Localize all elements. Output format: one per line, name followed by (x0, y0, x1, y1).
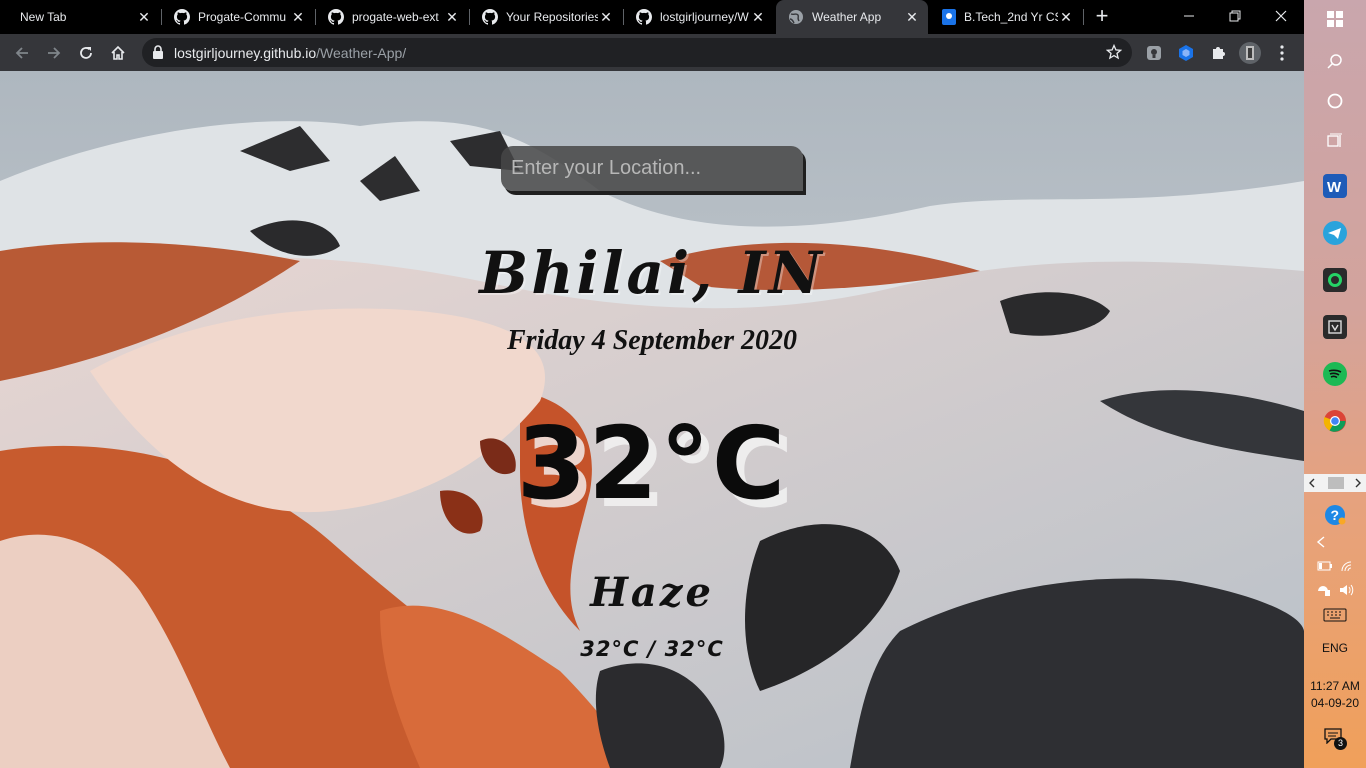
reload-icon[interactable] (72, 39, 100, 67)
search-icon[interactable] (1304, 50, 1366, 72)
task-view-icon[interactable] (1304, 130, 1366, 152)
minimize-icon[interactable] (1166, 0, 1212, 32)
tab-strip: New Tab ✕ Progate-Commu ✕ progate-web-ex… (0, 0, 1304, 34)
github-icon (482, 9, 498, 25)
help-question-icon[interactable]: ? (1304, 502, 1366, 528)
github-icon (328, 9, 344, 25)
current-date: Friday 4 September 2020 (506, 325, 798, 356)
tab-btech-docs[interactable]: B.Tech_2nd Yr CS ✕ (930, 0, 1082, 34)
profile-avatar[interactable] (1236, 39, 1264, 67)
language-text: ENG (1321, 641, 1348, 655)
new-tab-plus-icon[interactable]: + (1090, 5, 1114, 29)
close-tab-icon[interactable]: ✕ (598, 9, 614, 25)
telegram-icon[interactable] (1323, 221, 1347, 245)
current-temperature: 32°C (516, 405, 788, 522)
language-indicator[interactable]: ENG (1304, 638, 1366, 658)
tab-title: New Tab (20, 10, 67, 24)
tab-progate-commu[interactable]: Progate-Commu ✕ (162, 0, 314, 34)
notification-count-badge: 3 (1334, 737, 1347, 750)
tab-progate-web-ext[interactable]: progate-web-ext ✕ (316, 0, 468, 34)
windows-taskbar: W ? ENG 11:27 AM 04-09-20 3 (1304, 0, 1366, 768)
cortana-icon[interactable] (1304, 90, 1366, 112)
github-icon (636, 9, 652, 25)
tab-title: Your Repositories (506, 10, 598, 24)
tab-title: Weather App (812, 10, 882, 24)
location-search-input[interactable] (501, 146, 803, 191)
browser-window: New Tab ✕ Progate-Commu ✕ progate-web-ex… (0, 0, 1304, 768)
windows-start-icon[interactable] (1304, 8, 1366, 30)
close-tab-icon[interactable]: ✕ (750, 9, 766, 25)
home-icon[interactable] (104, 39, 132, 67)
restore-icon[interactable] (1212, 0, 1258, 32)
chrome-icon[interactable] (1323, 409, 1347, 433)
github-icon (174, 9, 190, 25)
svg-text:W: W (1327, 179, 1342, 196)
close-tab-icon[interactable]: ✕ (904, 9, 920, 25)
menu-dots-icon[interactable] (1268, 39, 1296, 67)
time-text: 11:27 AM (1310, 679, 1360, 693)
show-hidden-icons-chevron-icon[interactable] (1304, 534, 1366, 550)
close-tab-icon[interactable]: ✕ (290, 9, 306, 25)
weather-condition: Haze (590, 569, 714, 616)
lock-icon[interactable] (152, 45, 164, 59)
globe-icon (789, 10, 803, 24)
high-low-temperature: 32°C / 32°C (580, 637, 724, 661)
tab-title: lostgirljourney/W (660, 10, 749, 24)
battery-wifi-icons[interactable] (1304, 558, 1366, 574)
tab-your-repositories[interactable]: Your Repositories ✕ (470, 0, 622, 34)
tab-weather-app[interactable]: Weather App ✕ (776, 0, 928, 34)
word-icon[interactable]: W (1323, 174, 1347, 198)
tab-title: progate-web-ext (352, 10, 439, 24)
close-window-icon[interactable] (1258, 0, 1304, 32)
url-text: lostgirljourney.github.io/Weather-App/ (174, 45, 406, 61)
extensions-puzzle-icon[interactable] (1204, 39, 1232, 67)
whatsapp-icon[interactable] (1323, 268, 1347, 292)
forward-arrow-icon[interactable] (40, 39, 68, 67)
svg-text:?: ? (1331, 507, 1340, 523)
google-classroom-icon (942, 9, 956, 25)
back-arrow-icon[interactable] (8, 39, 36, 67)
action-center-icon[interactable]: 3 (1304, 726, 1366, 752)
bookmark-star-icon[interactable] (1106, 44, 1122, 60)
spotify-icon[interactable] (1323, 362, 1347, 386)
clock-time[interactable]: 11:27 AM (1304, 677, 1366, 695)
touch-keyboard-icon[interactable] (1304, 606, 1366, 624)
page-viewport: Bhilai, IN Friday 4 September 2020 32°C … (0, 71, 1304, 768)
browser-toolbar: lostgirljourney.github.io/Weather-App/ (0, 34, 1304, 71)
extension-bulb-icon[interactable] (1140, 39, 1168, 67)
address-bar[interactable]: lostgirljourney.github.io/Weather-App/ (142, 38, 1132, 67)
city-name: Bhilai, IN (479, 239, 825, 307)
tab-lostgirljourney[interactable]: lostgirljourney/W ✕ (624, 0, 774, 34)
tab-new-tab[interactable]: New Tab ✕ (0, 0, 160, 34)
tab-title: B.Tech_2nd Yr CS (964, 10, 1058, 24)
extension-cube-icon[interactable] (1172, 39, 1200, 67)
close-tab-icon[interactable]: ✕ (136, 9, 152, 25)
tab-title: Progate-Commu (198, 10, 287, 24)
network-volume-icons[interactable] (1304, 582, 1366, 598)
taskbar-scrollbar[interactable] (1304, 474, 1366, 492)
url-host: lostgirljourney.github.io (174, 45, 317, 61)
close-tab-icon[interactable]: ✕ (444, 9, 460, 25)
close-tab-icon[interactable]: ✕ (1058, 9, 1074, 25)
clock-date[interactable]: 04-09-20 (1304, 694, 1366, 712)
unknown-app-icon[interactable] (1323, 315, 1347, 339)
tab-separator (1083, 9, 1084, 25)
url-path: /Weather-App/ (316, 45, 407, 61)
date-text: 04-09-20 (1310, 696, 1360, 710)
